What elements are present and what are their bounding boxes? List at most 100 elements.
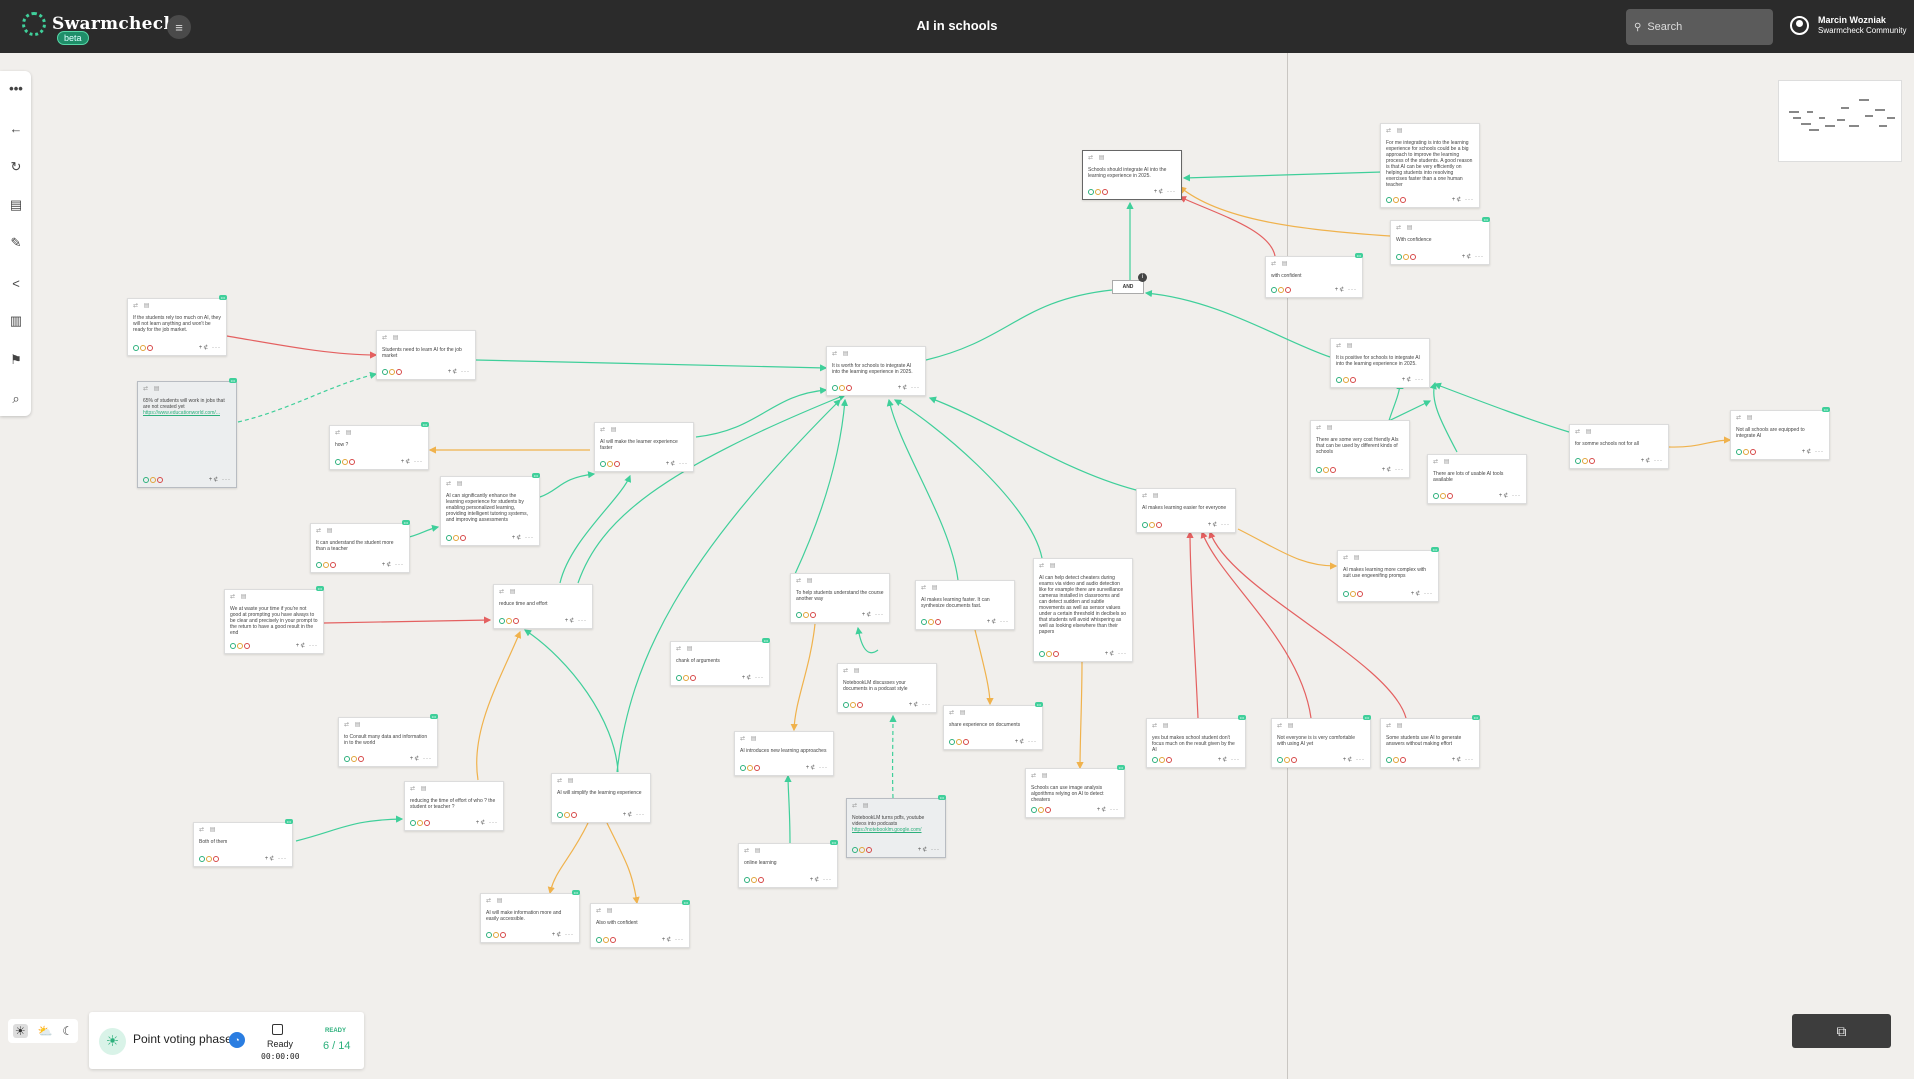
disagree-vote-icon[interactable] bbox=[1285, 287, 1291, 293]
disagree-vote-icon[interactable] bbox=[1410, 254, 1416, 260]
agree-vote-icon[interactable] bbox=[921, 619, 927, 625]
card-menu-icon[interactable]: +⊄ ··· bbox=[806, 765, 828, 771]
source-link[interactable]: https://www.educationworld.com/... bbox=[143, 410, 231, 416]
argument-card[interactable]: ⇄ ▤ reducing the time of effort of who ?… bbox=[404, 781, 504, 831]
neutral-vote-icon[interactable] bbox=[751, 877, 757, 883]
argument-card[interactable]: ••• ⇄ ▤ Some students use AI to generate… bbox=[1380, 715, 1480, 768]
agree-vote-icon[interactable] bbox=[744, 877, 750, 883]
disagree-vote-icon[interactable] bbox=[424, 820, 430, 826]
disagree-vote-icon[interactable] bbox=[244, 643, 250, 649]
argument-card[interactable]: ••• ⇄ ▤ chank of arguments +⊄ ··· bbox=[670, 638, 770, 686]
argument-card[interactable]: ⇄ ▤ There are lots of usable AI tools av… bbox=[1427, 454, 1527, 504]
card-menu-icon[interactable]: +⊄ ··· bbox=[296, 643, 318, 649]
card-menu-icon[interactable]: +⊄ ··· bbox=[1452, 757, 1474, 763]
agree-vote-icon[interactable] bbox=[1088, 189, 1094, 195]
agree-vote-icon[interactable] bbox=[1152, 757, 1158, 763]
card-menu-icon[interactable]: +⊄ ··· bbox=[862, 612, 884, 618]
agree-vote-icon[interactable] bbox=[446, 535, 452, 541]
neutral-vote-icon[interactable] bbox=[506, 618, 512, 624]
agree-vote-icon[interactable] bbox=[740, 765, 746, 771]
card-menu-icon[interactable]: +⊄ ··· bbox=[666, 461, 688, 467]
argument-card[interactable]: ••• ⇄ ▤ how ? +⊄ ··· bbox=[329, 422, 429, 470]
card-menu-icon[interactable]: +⊄ ··· bbox=[565, 618, 587, 624]
card-menu-icon[interactable]: +⊄ ··· bbox=[1402, 377, 1424, 383]
argument-card[interactable]: ••• ⇄ ▤ With confidence +⊄ ··· bbox=[1390, 217, 1490, 265]
card-menu-icon[interactable]: +⊄ ··· bbox=[810, 877, 832, 883]
disagree-vote-icon[interactable] bbox=[1447, 493, 1453, 499]
agree-vote-icon[interactable] bbox=[199, 856, 205, 862]
card-menu-icon[interactable]: +⊄ ··· bbox=[1218, 757, 1240, 763]
disagree-vote-icon[interactable] bbox=[1400, 757, 1406, 763]
agree-vote-icon[interactable] bbox=[316, 562, 322, 568]
card-menu-icon[interactable]: +⊄ ··· bbox=[909, 702, 931, 708]
disagree-vote-icon[interactable] bbox=[513, 618, 519, 624]
argument-card[interactable]: ⇄ ▤ AI makes learning faster. It can syn… bbox=[915, 580, 1015, 630]
argument-card[interactable]: ••• ⇄ ▤ Both of them +⊄ ··· bbox=[193, 819, 293, 867]
card-menu-icon[interactable]: +⊄ ··· bbox=[623, 812, 645, 818]
analytics-search-icon[interactable]: ⌕ bbox=[6, 389, 26, 409]
card-menu-icon[interactable]: +⊄ ··· bbox=[401, 459, 423, 465]
menu-list-icon[interactable]: ≡ bbox=[167, 15, 191, 39]
card-menu-icon[interactable]: +⊄ ··· bbox=[1802, 449, 1824, 455]
agree-vote-icon[interactable] bbox=[143, 477, 149, 483]
neutral-vote-icon[interactable] bbox=[1046, 651, 1052, 657]
argument-card[interactable]: ⇄ ▤ It is positive for schools to integr… bbox=[1330, 338, 1430, 388]
argument-card[interactable]: ••• ⇄ ▤ 65% of students will work in job… bbox=[137, 378, 237, 488]
and-connector[interactable]: AND bbox=[1112, 280, 1144, 294]
agree-vote-icon[interactable] bbox=[1039, 651, 1045, 657]
argument-card[interactable]: ••• ⇄ ▤ AI can significantly enhance the… bbox=[440, 473, 540, 546]
argument-card[interactable]: ⇄ ▤ To help students understand the cour… bbox=[790, 573, 890, 623]
argument-card[interactable]: ••• ⇄ ▤ We at waste your time if you're … bbox=[224, 586, 324, 654]
neutral-vote-icon[interactable] bbox=[839, 385, 845, 391]
neutral-vote-icon[interactable] bbox=[747, 765, 753, 771]
disagree-vote-icon[interactable] bbox=[1166, 757, 1172, 763]
disagree-vote-icon[interactable] bbox=[1053, 651, 1059, 657]
card-menu-icon[interactable]: +⊄ ··· bbox=[476, 820, 498, 826]
bar-chart-icon[interactable]: ▥ bbox=[6, 311, 26, 331]
disagree-vote-icon[interactable] bbox=[1400, 197, 1406, 203]
argument-card[interactable]: ⇄ ▤ Schools should integrate AI into the… bbox=[1082, 150, 1182, 200]
disagree-vote-icon[interactable] bbox=[754, 765, 760, 771]
neutral-vote-icon[interactable] bbox=[803, 612, 809, 618]
disagree-vote-icon[interactable] bbox=[614, 461, 620, 467]
pen-icon[interactable]: ✎ bbox=[6, 233, 26, 253]
argument-map-canvas[interactable] bbox=[0, 53, 1914, 1079]
neutral-vote-icon[interactable] bbox=[564, 812, 570, 818]
card-menu-icon[interactable]: +⊄ ··· bbox=[1382, 467, 1404, 473]
card-menu-icon[interactable]: +⊄ ··· bbox=[1154, 189, 1176, 195]
neutral-vote-icon[interactable] bbox=[1149, 522, 1155, 528]
agree-vote-icon[interactable] bbox=[600, 461, 606, 467]
agree-vote-icon[interactable] bbox=[832, 385, 838, 391]
card-menu-icon[interactable]: +⊄ ··· bbox=[1452, 197, 1474, 203]
agree-vote-icon[interactable] bbox=[1736, 449, 1742, 455]
card-menu-icon[interactable]: +⊄ ··· bbox=[382, 562, 404, 568]
neutral-vote-icon[interactable] bbox=[1278, 287, 1284, 293]
agree-vote-icon[interactable] bbox=[344, 756, 350, 762]
disagree-vote-icon[interactable] bbox=[1330, 467, 1336, 473]
argument-card[interactable]: ••• ⇄ ▤ to Consult many data and informa… bbox=[338, 714, 438, 767]
disagree-vote-icon[interactable] bbox=[1291, 757, 1297, 763]
card-menu-icon[interactable]: +⊄ ··· bbox=[1335, 287, 1357, 293]
minimap[interactable] bbox=[1778, 80, 1902, 162]
agree-vote-icon[interactable] bbox=[230, 643, 236, 649]
signpost-icon[interactable]: ⚑ bbox=[6, 350, 26, 370]
disagree-vote-icon[interactable] bbox=[157, 477, 163, 483]
agree-vote-icon[interactable] bbox=[796, 612, 802, 618]
card-menu-icon[interactable]: +⊄ ··· bbox=[1105, 651, 1127, 657]
neutral-vote-icon[interactable] bbox=[1095, 189, 1101, 195]
card-menu-icon[interactable]: +⊄ ··· bbox=[552, 932, 574, 938]
agree-vote-icon[interactable] bbox=[382, 369, 388, 375]
neutral-vote-icon[interactable] bbox=[1403, 254, 1409, 260]
disagree-vote-icon[interactable] bbox=[610, 937, 616, 943]
neutral-vote-icon[interactable] bbox=[956, 739, 962, 745]
argument-card[interactable]: ⇄ ▤ AI can help detect cheaters during e… bbox=[1033, 558, 1133, 662]
neutral-vote-icon[interactable] bbox=[850, 702, 856, 708]
agree-vote-icon[interactable] bbox=[949, 739, 955, 745]
argument-card[interactable]: ••• ⇄ ▤ It can understand the student mo… bbox=[310, 520, 410, 573]
neutral-vote-icon[interactable] bbox=[1440, 493, 1446, 499]
agree-vote-icon[interactable] bbox=[1575, 458, 1581, 464]
agree-vote-icon[interactable] bbox=[1433, 493, 1439, 499]
card-menu-icon[interactable]: +⊄ ··· bbox=[199, 345, 221, 351]
card-menu-icon[interactable]: +⊄ ··· bbox=[209, 477, 231, 483]
disagree-vote-icon[interactable] bbox=[1156, 522, 1162, 528]
